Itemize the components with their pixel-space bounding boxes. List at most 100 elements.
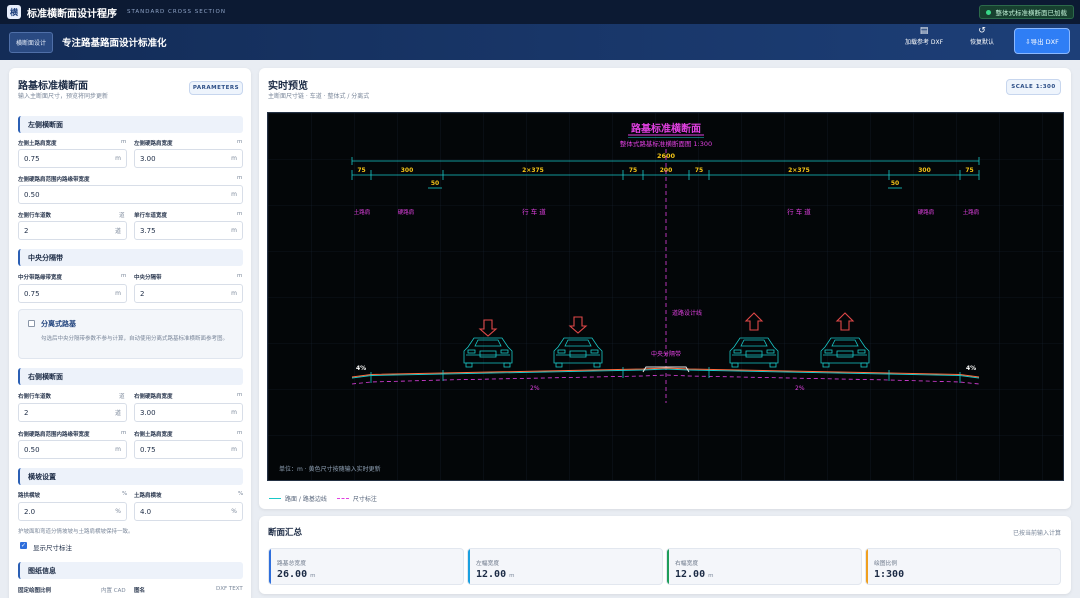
right-earth-shoulder-value: 0.75 [140, 445, 156, 454]
section-median: 中央分隔带 [18, 249, 243, 266]
road-slope-label: 路拱横坡 [18, 493, 41, 499]
card-value: 12.00 [675, 569, 706, 580]
card-accent-bar [468, 549, 470, 584]
left-marking-input-unit: m [231, 191, 237, 198]
app-logo: 横 [7, 5, 21, 19]
parameters-badge: PARAMETERS [189, 81, 243, 95]
zone-label-earth-right: 土路肩 [963, 208, 980, 216]
reset-icon: ↺ [978, 26, 986, 36]
left-marking-input[interactable]: 0.50 m [18, 185, 243, 204]
road-slope-unit: % [122, 491, 128, 497]
right-earth-shoulder-unit: m [237, 430, 243, 436]
sheet-name-unit: DXF TEXT [216, 586, 243, 592]
card-label: 路基总宽度 [277, 561, 306, 567]
left-lanes-input-unit: 道 [114, 228, 121, 235]
earth-slope-input[interactable]: 4.0% [134, 502, 243, 521]
curb-dim-left-text: 50 [431, 180, 439, 187]
segment-dim-text: 75 [695, 167, 703, 174]
card-label: 绘图比例 [874, 561, 898, 567]
zone-label-hard-left: 硬路肩 [398, 208, 415, 216]
segment-dim-text: 75 [629, 167, 637, 174]
split-checkbox[interactable] [28, 320, 35, 327]
segment-dim-text: 75 [965, 167, 973, 174]
reset-button[interactable]: ↺ 恢复默认 [970, 26, 994, 46]
drawing-canvas[interactable]: 路基标准横断面 整体式路基标准横断面图 1:300 2600 75 300 2×37… [267, 112, 1064, 481]
segment-dim-text: 2×375 [522, 167, 544, 174]
right-earth-shoulder-input[interactable]: 0.75 m [134, 440, 243, 459]
lane-width-input[interactable]: 3.75 m [134, 221, 243, 240]
segment-dim-text: 2×375 [788, 167, 810, 174]
lane-width-unit: m [237, 211, 243, 217]
left-hard-shoulder-label: 左侧硬路肩宽度 [134, 141, 173, 147]
left-earth-shoulder-input[interactable]: 0.75 m [18, 149, 127, 168]
segment-dim-text: 300 [401, 167, 414, 174]
right-hard-shoulder-input[interactable]: 3.00 m [134, 403, 243, 422]
zone-label-lanes-right: 行 车 道 [787, 207, 811, 216]
median-strip-unit: m [121, 273, 127, 279]
preview-subtitle: 主断面尺寸链 · 车道 · 整体式 / 分离式 [268, 93, 370, 100]
left-hard-shoulder-input[interactable]: 3.00 m [134, 149, 243, 168]
right-lanes-input-unit: 道 [114, 410, 121, 417]
slope-label-left: 4% [356, 365, 366, 372]
card-value: 1:300 [874, 569, 905, 580]
mode-chip[interactable]: 横断面设计 [9, 31, 54, 53]
road-slope-input[interactable]: 2.0% [18, 502, 127, 521]
panel-title: 路基标准横断面 [18, 81, 88, 92]
right-lanes-value: 2 [24, 408, 29, 417]
zone-label-earth-left: 土路肩 [354, 208, 371, 216]
median-strip-input-unit: m [115, 290, 121, 297]
left-earth-shoulder-value: 0.75 [24, 154, 40, 163]
lane-width-label: 单行车道宽度 [134, 213, 168, 219]
legend-road-label: 路面 / 路基边线 [285, 496, 327, 503]
slope-label-mid-left: 2% [530, 385, 540, 392]
left-hard-shoulder-value: 3.00 [140, 154, 156, 163]
right-lanes-unit: 道 [119, 394, 125, 400]
left-hard-shoulder-input-unit: m [231, 155, 237, 162]
right-marking-input[interactable]: 0.50 m [18, 440, 127, 459]
zone-label-lanes-left: 行 车 道 [522, 207, 546, 216]
lane-width-value: 3.75 [140, 226, 156, 235]
status-badge: 整体式标准横断面已加载 [978, 5, 1074, 19]
right-hard-shoulder-label: 右侧硬路肩宽度 [134, 394, 173, 400]
sheet-scale-label: 固定绘图比例 [18, 588, 52, 594]
preview-legend: 路面 / 路基边线 尺寸标注 [269, 494, 377, 503]
status-text: 整体式标准横断面已加载 [995, 9, 1068, 17]
summary-panel: 断面汇总 已按当前输入计算 路基总宽度 26.00 m 左幅宽度 12.00 m 右… [259, 516, 1071, 594]
right-lanes-input[interactable]: 2道 [18, 403, 127, 422]
card-label: 右幅宽度 [675, 561, 699, 567]
median-label: 中央分隔带 [651, 350, 681, 358]
earth-slope-input-unit: % [231, 508, 237, 515]
drawing-subtitle: 整体式路基标准横断面图 1:300 [620, 139, 712, 148]
card-accent-bar [269, 549, 271, 584]
preview-panel: 实时预览 主断面尺寸链 · 车道 · 整体式 / 分离式 SCALE 1:300… [259, 68, 1071, 509]
file-icon: ▤ [919, 26, 929, 36]
left-marking-label: 左侧硬路肩范围内路缘带宽度 [18, 177, 90, 183]
card-unit: m [708, 573, 714, 579]
summary-card-scale: 绘图比例 1:300 [865, 548, 1061, 585]
left-lanes-input[interactable]: 2道 [18, 221, 127, 240]
preview-title: 实时预览 [268, 81, 308, 92]
left-marking-unit: m [237, 175, 243, 181]
show-dims-checkbox[interactable]: ✓ [20, 542, 27, 549]
section-right-cross: 右侧横断面 [18, 368, 243, 385]
card-label: 左幅宽度 [476, 561, 500, 567]
sheet-scale-unit: 内置 CAD [101, 588, 126, 594]
median-strip-input[interactable]: 0.75 m [18, 284, 127, 303]
left-earth-shoulder-label: 左侧土路肩宽度 [18, 141, 57, 147]
sheet-name-label: 图名 [134, 588, 146, 594]
section-sheet-info: 图纸信息 [18, 562, 243, 579]
show-dims-label: 显示尺寸标注 [33, 544, 72, 552]
slope-label-right: 4% [966, 365, 976, 372]
median-width-input[interactable]: 2m [134, 284, 243, 303]
section-slope: 横坡设置 [18, 468, 243, 485]
export-dxf-button[interactable]: ⇩导出 DXF [1014, 28, 1070, 54]
card-value: 12.00 [476, 569, 507, 580]
load-dxf-button[interactable]: ▤ 加载参考 DXF [905, 26, 943, 46]
right-hard-shoulder-unit: m [237, 392, 243, 398]
card-unit: m [310, 573, 316, 579]
right-lanes-label: 右侧行车道数 [18, 394, 52, 400]
split-description: 勾选后中央分隔带参数不参与计算，自动使用分离式路基标准横断面参考图。 [41, 336, 229, 342]
legend-road-swatch [269, 497, 281, 500]
parameters-panel: 路基标准横断面 输入主断面尺寸，预览将同步更新 PARAMETERS 左侧横断面… [9, 68, 251, 598]
top-bar: 横 标准横断面设计程序 STANDARD CROSS SECTION 整体式标准… [0, 0, 1080, 24]
